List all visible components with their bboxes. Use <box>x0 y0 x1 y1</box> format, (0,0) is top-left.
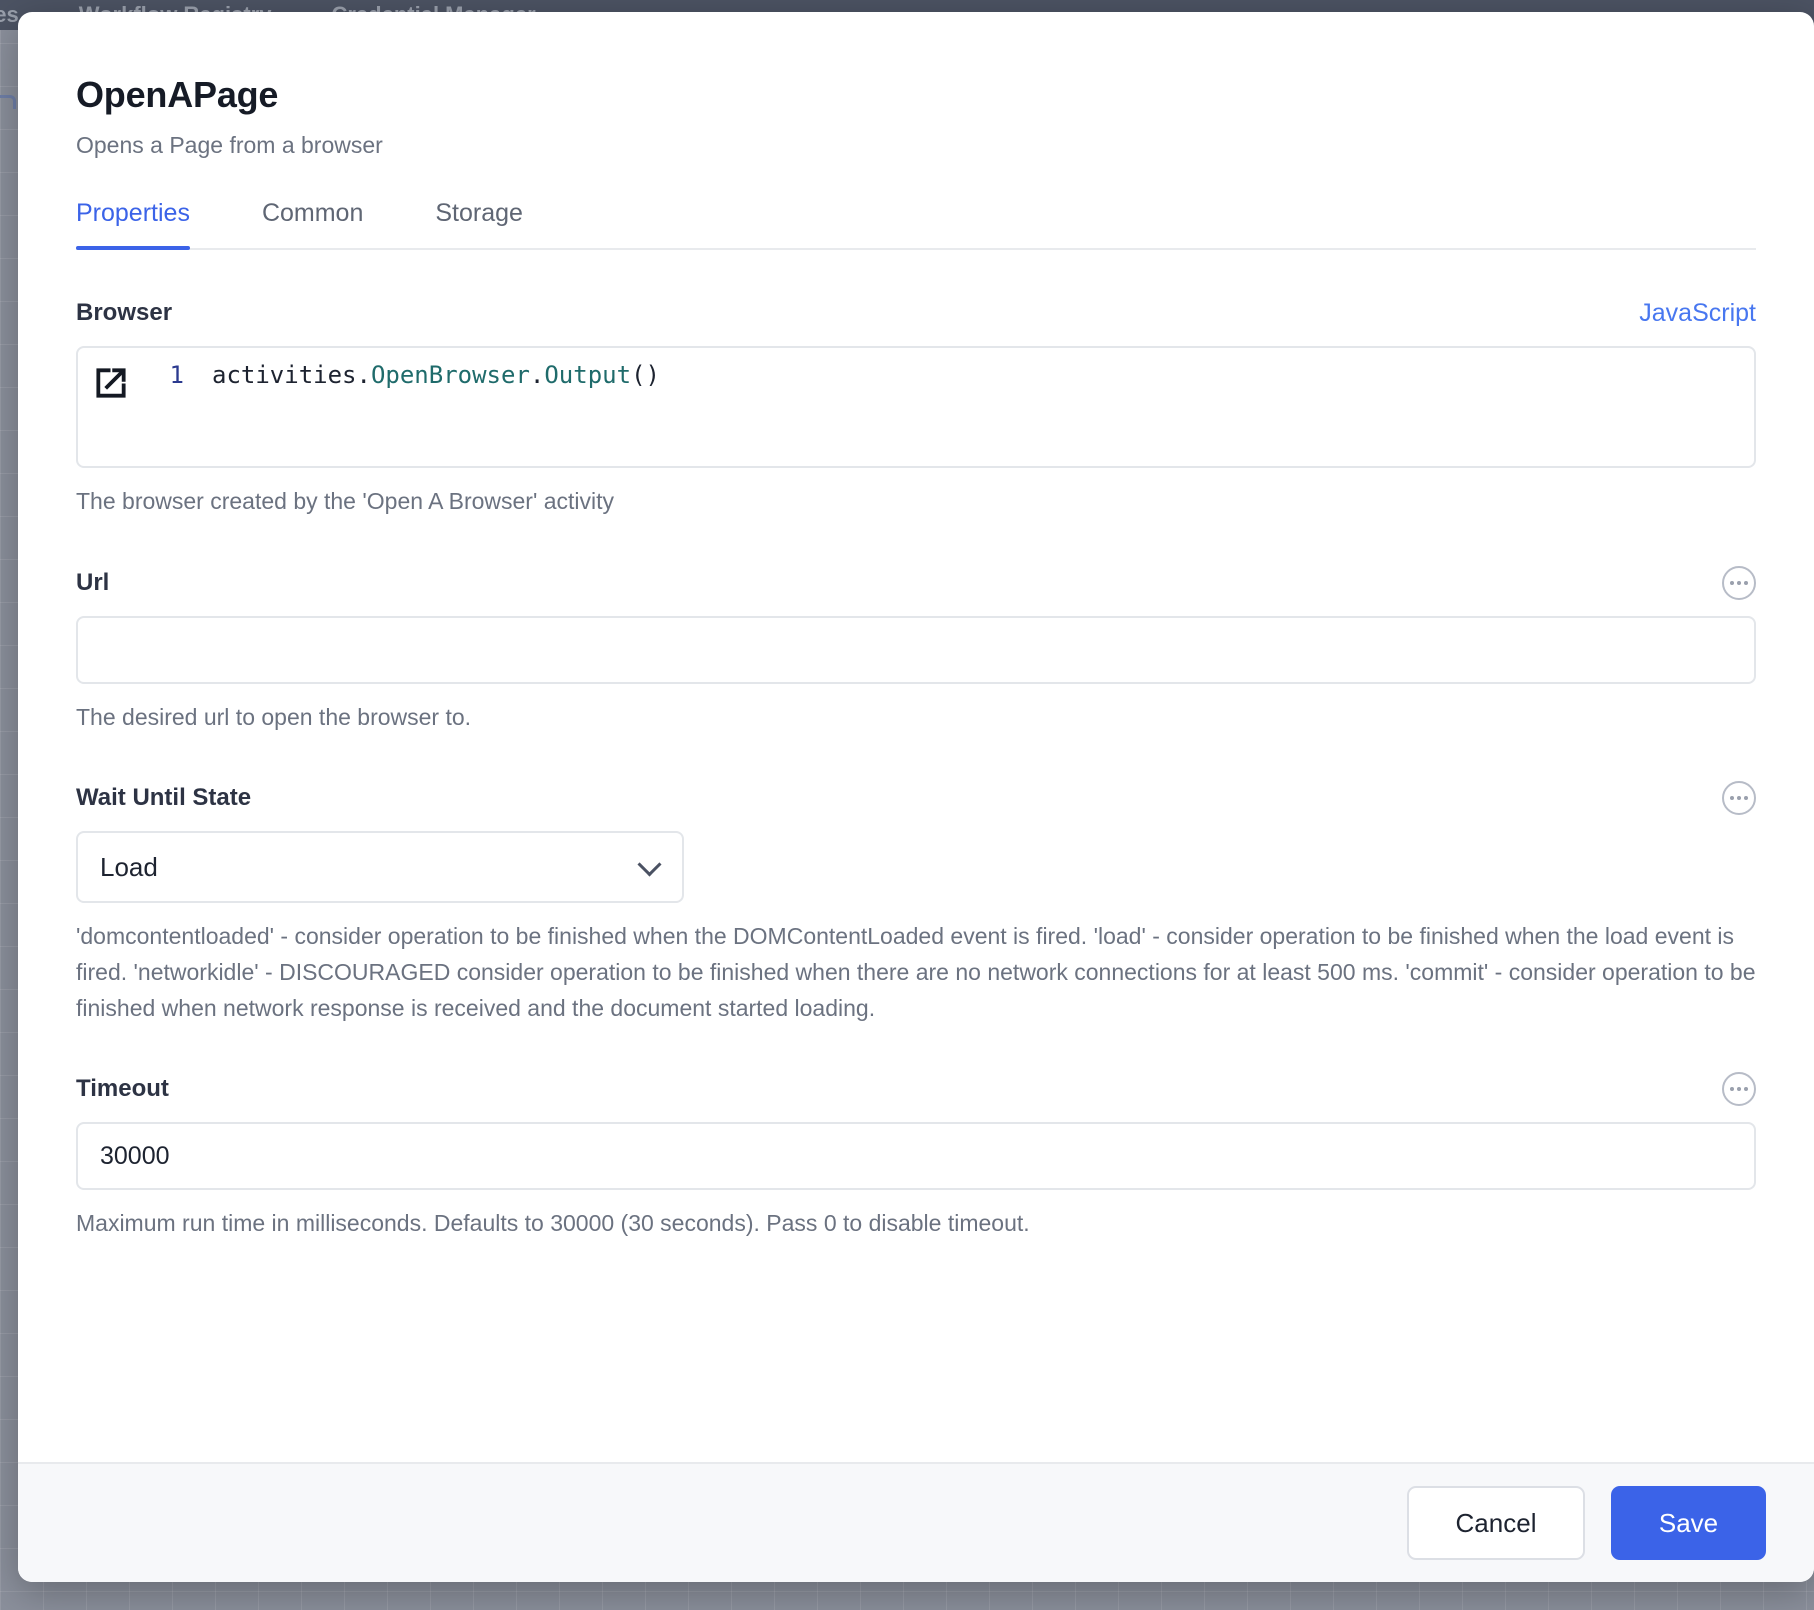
code-content: activities.OpenBrowser.Output() <box>212 361 660 389</box>
code-token-2: . <box>529 361 545 389</box>
wait-until-state-select-wrapper: Load <box>76 831 684 904</box>
field-url-hint: The desired url to open the browser to. <box>76 703 472 730</box>
dialog-title: OpenAPage <box>76 74 279 115</box>
ellipsis-icon[interactable] <box>1722 565 1756 600</box>
field-timeout-hint: Maximum run time in milliseconds. Defaul… <box>76 1210 1030 1237</box>
tab-properties[interactable]: Properties <box>76 199 190 250</box>
timeout-input[interactable] <box>76 1122 1756 1191</box>
dialog-footer: Cancel Save <box>18 1462 1814 1582</box>
nav-item-0[interactable]: ces <box>0 2 19 28</box>
field-wait-until-state: Wait Until State Load 'domcontentloaded'… <box>76 781 1756 1026</box>
field-timeout-header: Timeout <box>76 1072 1756 1107</box>
code-token-1: OpenBrowser <box>370 361 530 389</box>
browser-code-editor[interactable]: 1 activities.OpenBrowser.Output() <box>76 346 1756 468</box>
external-link-icon[interactable] <box>92 364 130 402</box>
code-token-4: () <box>631 361 660 389</box>
field-wait-until-state-hint: 'domcontentloaded' - consider operation … <box>76 923 1756 1021</box>
code-token-3: Output <box>544 361 632 389</box>
save-button[interactable]: Save <box>1611 1486 1766 1560</box>
activity-properties-dialog: OpenAPage Opens a Page from a browser Pr… <box>18 12 1814 1582</box>
code-line-1: 1 activities.OpenBrowser.Output() <box>78 348 1754 389</box>
dialog-tabs: Properties Common Storage <box>76 199 1756 250</box>
field-timeout-label: Timeout <box>76 1075 169 1103</box>
field-browser: Browser JavaScript 1 activities.OpenBrow… <box>76 296 1756 520</box>
tab-storage[interactable]: Storage <box>435 199 523 248</box>
field-timeout: Timeout Maximum run time in milliseconds… <box>76 1072 1756 1242</box>
field-browser-header: Browser JavaScript <box>76 296 1756 330</box>
field-wait-until-state-header: Wait Until State <box>76 781 1756 816</box>
code-line-number: 1 <box>169 361 184 389</box>
cancel-button[interactable]: Cancel <box>1407 1486 1585 1560</box>
field-url-header: Url <box>76 565 1756 600</box>
field-browser-hint: The browser created by the 'Open A Brows… <box>76 488 615 514</box>
url-input[interactable] <box>76 615 1756 684</box>
field-url: Url The desired url to open the browser … <box>76 565 1756 736</box>
language-link-javascript[interactable]: JavaScript <box>1639 299 1756 328</box>
field-url-label: Url <box>76 568 110 596</box>
dialog-subtitle: Opens a Page from a browser <box>76 132 383 158</box>
field-wait-until-state-label: Wait Until State <box>76 784 252 812</box>
ellipsis-icon[interactable] <box>1722 1072 1756 1107</box>
workflow-connector-line <box>0 95 16 109</box>
dialog-body: OpenAPage Opens a Page from a browser Pr… <box>18 12 1814 1462</box>
ellipsis-icon[interactable] <box>1722 781 1756 816</box>
field-browser-label: Browser <box>76 299 173 326</box>
wait-until-state-select[interactable]: Load <box>76 831 684 904</box>
code-token-0: activities. <box>212 361 371 389</box>
tab-common[interactable]: Common <box>262 199 363 248</box>
